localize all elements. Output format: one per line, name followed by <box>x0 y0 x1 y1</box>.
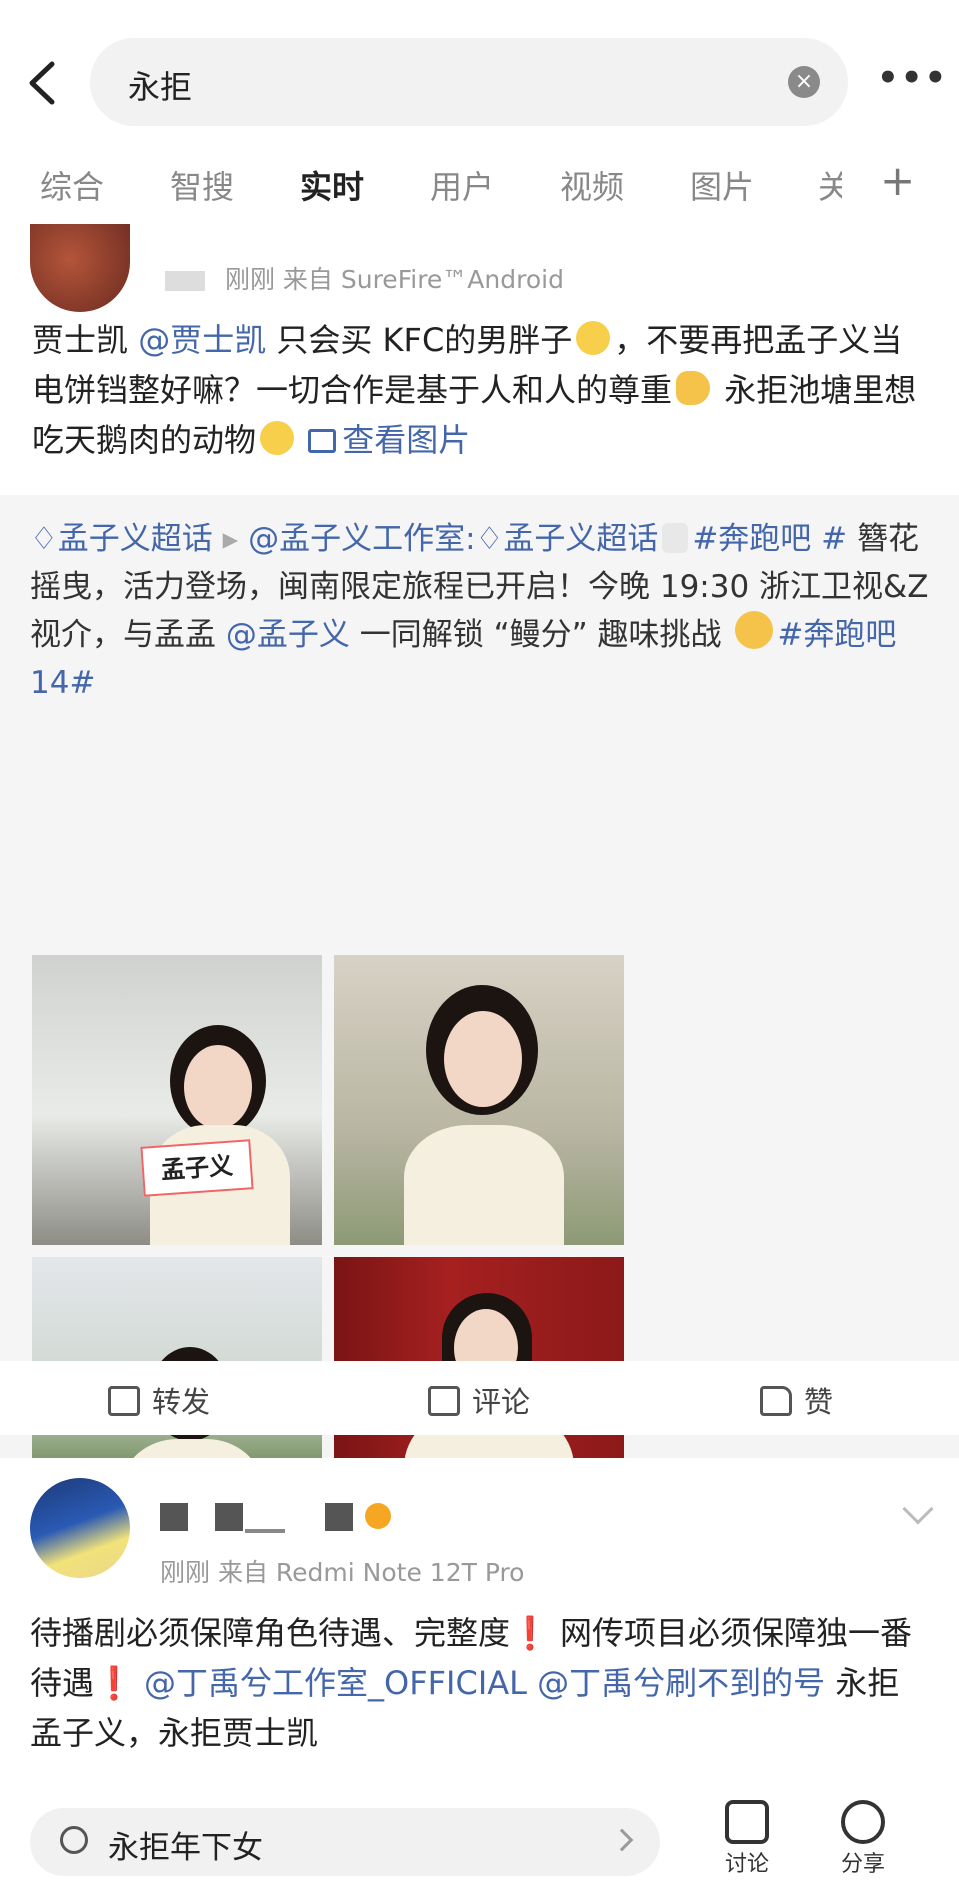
mention-link[interactable]: @丁禹兮刷不到的号 <box>527 1664 825 1702</box>
supertopic-link[interactable]: ♢孟子义超话 <box>476 521 659 557</box>
mention-link[interactable]: @贾士凯 <box>138 321 266 359</box>
clear-icon[interactable]: × <box>788 66 820 98</box>
repost-author-link[interactable]: @孟子义工作室: <box>248 521 475 557</box>
chevron-right-icon <box>610 1828 634 1852</box>
supertopic-label: 孟子义超话 <box>503 521 659 557</box>
photo-caption-card: 孟子义 <box>140 1139 254 1197</box>
search-tabs: 综合 智搜 实时 用户 视频 图片 关 + <box>0 150 959 220</box>
discuss-label: 讨论 <box>724 1852 769 1877</box>
grin-emoji-icon <box>576 321 611 355</box>
discuss-button[interactable]: 讨论 <box>712 1800 782 1878</box>
blush-emoji-icon <box>735 611 774 649</box>
search-query: 永拒 <box>128 68 193 106</box>
add-tab-icon[interactable]: + <box>880 156 915 205</box>
chevron-down-icon[interactable] <box>902 1493 934 1525</box>
supertopic-label: 孟子义超话 <box>57 521 213 557</box>
tab-videos[interactable]: 视频 <box>560 162 624 208</box>
share-label: 分享 <box>840 1852 885 1877</box>
tab-realtime[interactable]: 实时 <box>300 162 364 208</box>
thumbs-up-icon <box>760 1386 792 1416</box>
exclamation-icon: ❗ <box>94 1664 134 1702</box>
comment-icon <box>428 1386 460 1416</box>
post-text: 只会买 KFC的男胖子 <box>266 321 573 359</box>
search-input[interactable]: 永拒 × <box>90 38 848 126</box>
view-image-link[interactable]: 查看图片 <box>308 421 470 459</box>
post-time: 刚刚 <box>224 265 275 294</box>
mention-link[interactable]: @孟子义 <box>226 617 350 653</box>
post-card: 刚刚 来自 Redmi Note 12T Pro 待播剧必须保障角色待遇、完整度… <box>0 1458 959 1798</box>
edit-icon <box>725 1800 769 1844</box>
post-card: 刚刚 来自 SureFire™Android 贾士凯 @贾士凯 只会买 KFC的… <box>0 220 959 1547</box>
forward-label: 转发 <box>152 1385 211 1419</box>
forward-icon <box>108 1386 140 1416</box>
post-photo[interactable] <box>334 955 624 1245</box>
crying-emoji-icon <box>260 421 295 455</box>
share-button[interactable]: 分享 <box>828 1800 898 1878</box>
post-source: 来自 SureFire™Android <box>282 265 564 294</box>
tab-smart-search[interactable]: 智搜 <box>170 162 234 208</box>
repost-text: 一同解锁 “鳗分” 趣味挑战 <box>349 617 722 653</box>
supertopic-link[interactable]: ♢孟子义超话 <box>30 521 213 557</box>
post-text: 待播剧必须保障角色待遇、完整度 <box>30 1614 511 1652</box>
tab-images[interactable]: 图片 <box>690 162 754 208</box>
repost-body: ♢孟子义超话 ▸ @孟子义工作室:♢孟子义超话 #奔跑吧 # 簪花摇曳，活力登场，… <box>30 515 930 707</box>
post-meta: 刚刚 来自 Redmi Note 12T Pro <box>160 1553 524 1589</box>
comment-label: 评论 <box>472 1385 531 1419</box>
forward-button[interactable]: 转发 <box>108 1379 210 1421</box>
arrow-icon: ▸ <box>222 521 239 557</box>
like-button[interactable]: 赞 <box>760 1379 833 1421</box>
image-icon <box>308 429 337 453</box>
hashtag-link[interactable]: #奔跑吧 # <box>692 521 847 557</box>
post-photo[interactable]: 孟子义 <box>32 955 322 1245</box>
bottom-bar: 永拒年下女 讨论 分享 <box>0 1798 959 1880</box>
repost-card[interactable]: ♢孟子义超话 ▸ @孟子义工作室:♢孟子义超话 #奔跑吧 # 簪花摇曳，活力登场，… <box>0 495 959 1547</box>
share-icon <box>841 1800 885 1844</box>
blurred-username <box>160 1503 460 1533</box>
related-search-button[interactable]: 永拒年下女 <box>30 1808 660 1876</box>
post-source: 来自 Redmi Note 12T Pro <box>217 1558 525 1587</box>
exclamation-icon: ❗ <box>510 1614 550 1652</box>
related-search-text: 永拒年下女 <box>108 1830 263 1866</box>
more-icon[interactable]: ••• <box>877 58 946 98</box>
like-label: 赞 <box>804 1385 834 1419</box>
top-bar: 永拒 × ••• 综合 智搜 实时 用户 视频 图片 关 + <box>0 0 959 240</box>
post-time: 刚刚 <box>160 1558 211 1587</box>
action-bar: 转发 评论 赞 <box>0 1361 959 1435</box>
runner-emoji-icon <box>662 523 689 553</box>
avatar[interactable] <box>30 224 130 312</box>
search-icon <box>60 1826 88 1854</box>
comment-button[interactable]: 评论 <box>428 1379 530 1421</box>
post-text: 贾士凯 <box>32 321 129 359</box>
post-body: 贾士凯 @贾士凯 只会买 KFC的男胖子 ，不要再把孟子义当电饼铛整好嘛？一切合作… <box>32 315 932 465</box>
post-meta: 刚刚 来自 SureFire™Android <box>165 260 564 296</box>
blurred-username <box>165 271 205 291</box>
view-image-label: 查看图片 <box>342 421 471 459</box>
post-body: 待播剧必须保障角色待遇、完整度❗ 网传项目必须保障独一番待遇❗ @丁禹兮工作室_… <box>30 1608 930 1758</box>
tab-all[interactable]: 综合 <box>40 162 104 208</box>
tab-follow[interactable]: 关 <box>818 162 842 208</box>
avatar[interactable] <box>30 1478 130 1578</box>
tab-users[interactable]: 用户 <box>430 162 494 208</box>
mention-link[interactable]: @丁禹兮工作室_OFFICIAL <box>134 1664 527 1702</box>
back-arrow-icon[interactable] <box>22 58 62 108</box>
pointing-emoji-icon <box>676 371 711 405</box>
